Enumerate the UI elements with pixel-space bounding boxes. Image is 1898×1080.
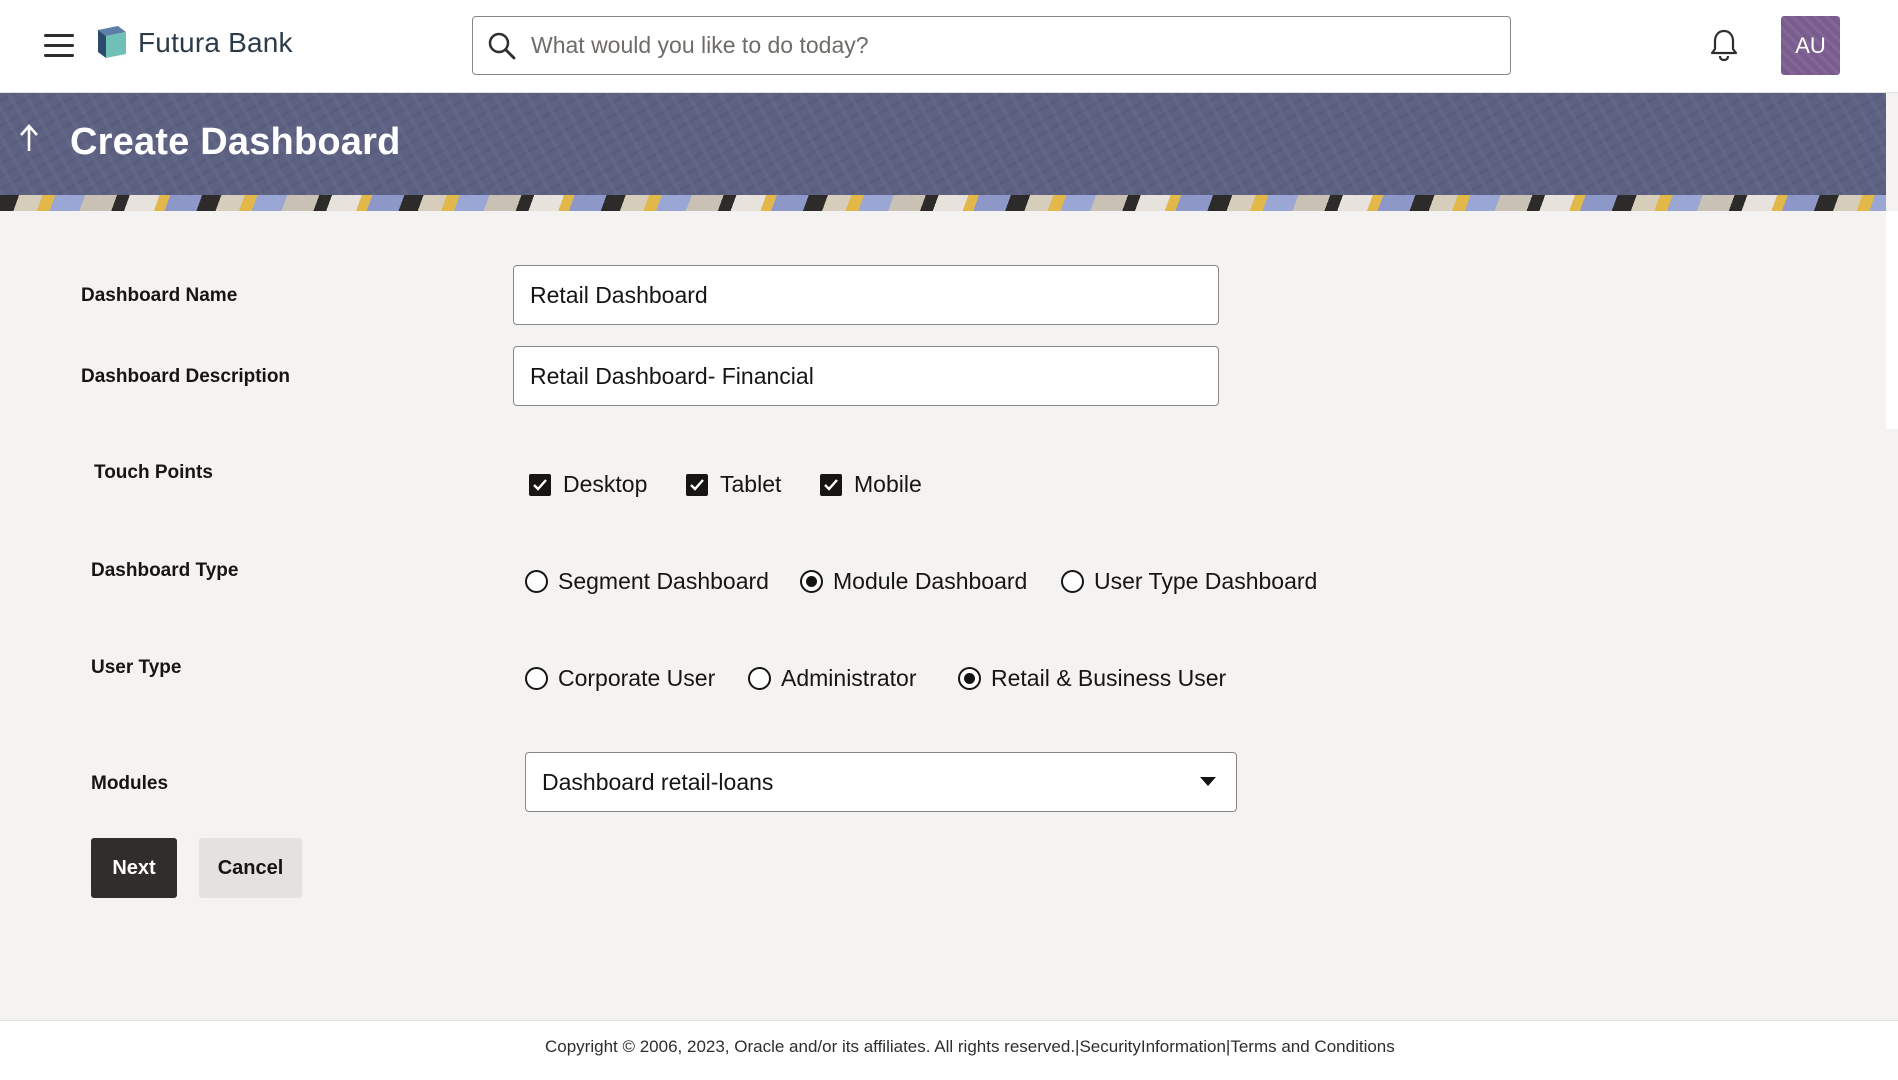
dashboard-description-label: Dashboard Description (81, 366, 291, 387)
user-avatar[interactable]: AU (1781, 16, 1840, 75)
dashboard-type-label: Dashboard Type (91, 560, 239, 581)
radio-label: User Type Dashboard (1094, 568, 1318, 594)
notification-bell-icon[interactable] (1708, 28, 1740, 62)
dashboard-type-segment-radio[interactable]: Segment Dashboard (525, 568, 769, 595)
radio-label: Corporate User (558, 665, 716, 691)
touch-point-desktop-checkbox[interactable]: Desktop (529, 471, 647, 498)
radio-label: Administrator (781, 665, 917, 691)
radio-unselected-icon (1061, 570, 1084, 593)
avatar-initials: AU (1795, 32, 1826, 58)
search-input[interactable] (531, 32, 1491, 59)
page-title: Create Dashboard (70, 121, 401, 163)
radio-unselected-icon (525, 667, 548, 690)
dashboard-type-module-radio[interactable]: Module Dashboard (800, 568, 1027, 595)
modules-label: Modules (91, 773, 169, 794)
radio-label: Retail & Business User (991, 665, 1227, 691)
brand-name: Futura Bank (138, 27, 293, 58)
touch-points-label: Touch Points (94, 462, 213, 483)
radio-selected-icon (800, 570, 823, 593)
radio-selected-icon (958, 667, 981, 690)
radio-label: Segment Dashboard (558, 568, 769, 594)
next-button[interactable]: Next (91, 838, 177, 898)
chevron-down-icon (1200, 777, 1216, 786)
brand-logo[interactable]: Futura Bank (96, 25, 293, 61)
futura-bank-logo-icon (98, 26, 126, 58)
radio-unselected-icon (525, 570, 548, 593)
menu-icon[interactable] (44, 34, 74, 58)
banner-decorative-strip (0, 195, 1886, 211)
user-type-label: User Type (91, 657, 182, 678)
page-banner: Create Dashboard (0, 93, 1886, 211)
radio-unselected-icon (748, 667, 771, 690)
security-information-link[interactable]: SecurityInformation (1079, 1037, 1225, 1056)
dashboard-name-label: Dashboard Name (81, 285, 238, 306)
checkbox-checked-icon (686, 473, 708, 496)
user-type-retail-business-radio[interactable]: Retail & Business User (958, 665, 1226, 692)
user-type-corporate-radio[interactable]: Corporate User (525, 665, 715, 692)
touch-point-mobile-checkbox[interactable]: Mobile (820, 471, 922, 498)
checkbox-checked-icon (529, 473, 551, 496)
dashboard-name-input[interactable] (513, 265, 1219, 325)
modules-selected-value: Dashboard retail-loans (542, 768, 774, 795)
checkbox-checked-icon (820, 473, 842, 496)
search-bar[interactable] (472, 16, 1511, 75)
top-bar: Futura Bank AU (0, 0, 1898, 93)
touch-point-tablet-checkbox[interactable]: Tablet (686, 471, 781, 498)
dashboard-type-user-type-radio[interactable]: User Type Dashboard (1061, 568, 1317, 595)
checkbox-label: Mobile (854, 471, 922, 497)
footer-text: Copyright © 2006, 2023, Oracle and/or it… (545, 1037, 1395, 1057)
dashboard-description-input[interactable] (513, 346, 1219, 406)
back-arrow-icon[interactable] (16, 121, 42, 155)
modules-select[interactable]: Dashboard retail-loans (525, 752, 1237, 812)
search-icon (488, 32, 516, 59)
user-type-administrator-radio[interactable]: Administrator (748, 665, 916, 692)
copyright-text: Copyright © 2006, 2023, Oracle and/or it… (545, 1037, 1076, 1056)
scroll-edge (1886, 211, 1898, 429)
cancel-button[interactable]: Cancel (199, 838, 302, 898)
checkbox-label: Desktop (563, 471, 648, 497)
radio-label: Module Dashboard (833, 568, 1028, 594)
terms-and-conditions-link[interactable]: Terms and Conditions (1230, 1037, 1394, 1056)
checkbox-label: Tablet (720, 471, 782, 497)
footer: Copyright © 2006, 2023, Oracle and/or it… (0, 1020, 1898, 1080)
